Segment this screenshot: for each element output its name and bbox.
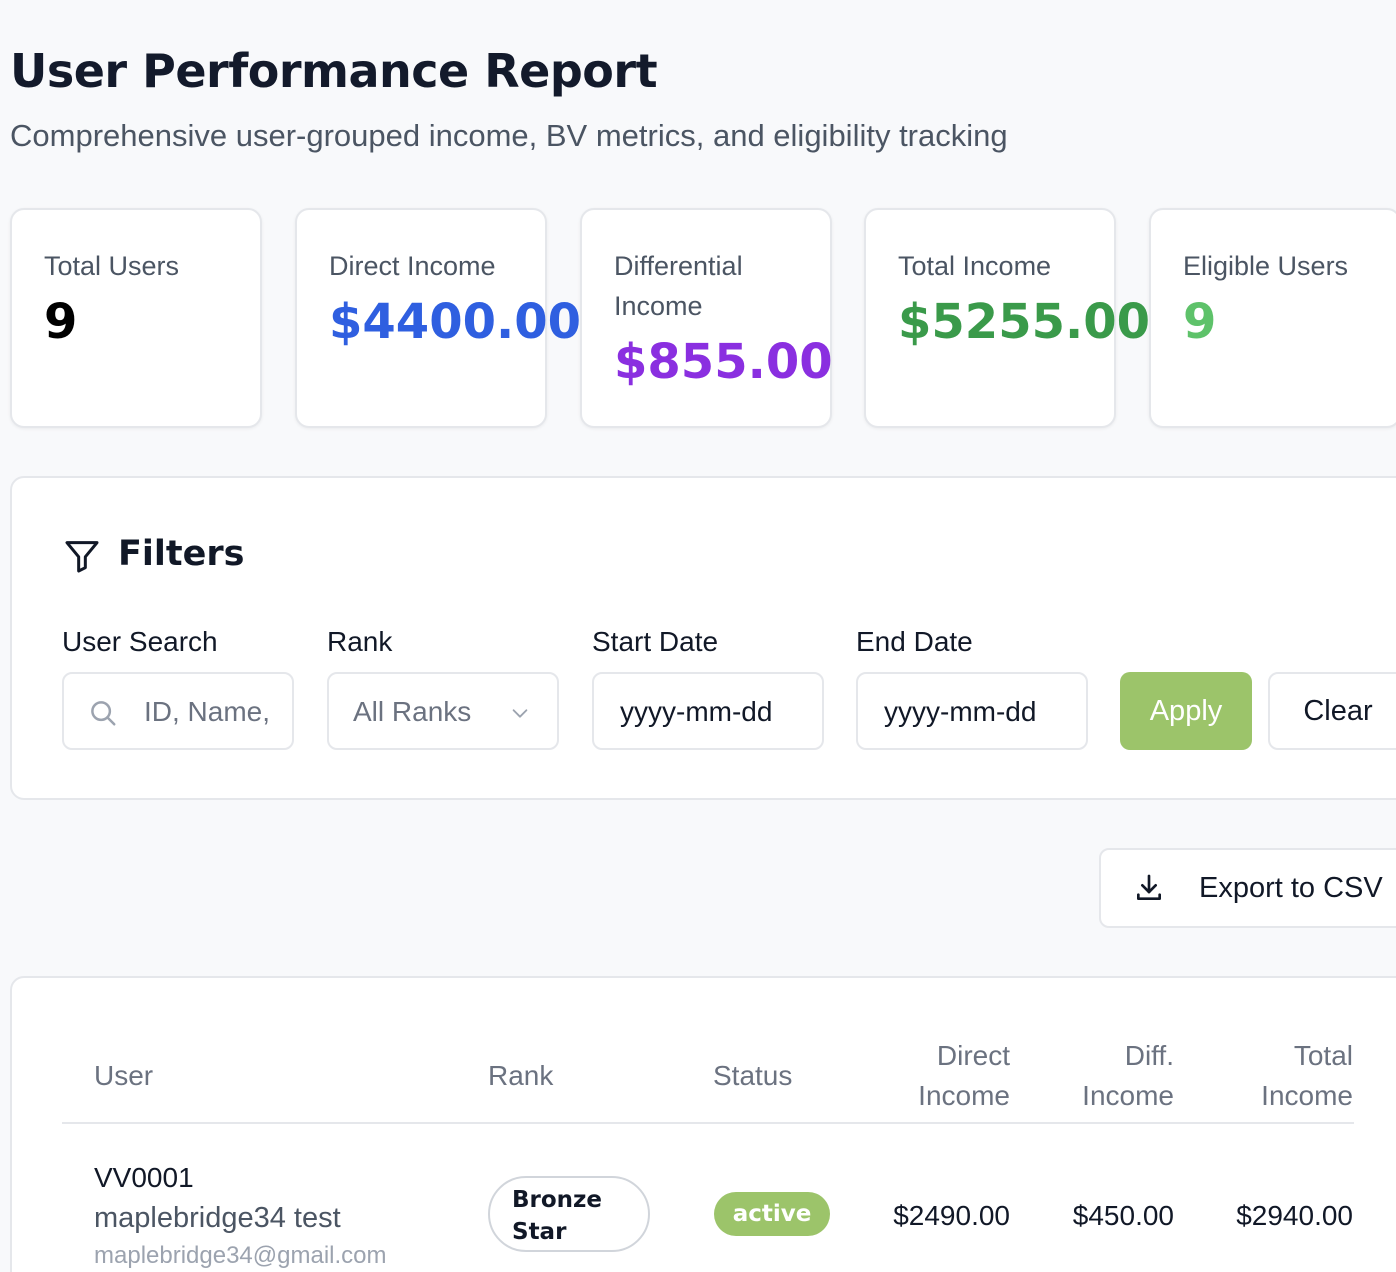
stat-card-direct-income: Direct Income $4400.00: [295, 208, 581, 428]
rank-select-value: All Ranks: [353, 696, 472, 727]
stat-card-total-income: Total Income $5255.00: [864, 208, 1150, 428]
start-date-value: yyyy-mm-dd: [620, 696, 773, 727]
user-id: VV0001: [94, 1162, 194, 1193]
page-subtitle: Comprehensive user-grouped income, BV me…: [10, 118, 1008, 153]
diff-income-cell: $450.00: [1072, 1200, 1174, 1231]
end-date-value: yyyy-mm-dd: [884, 696, 1037, 727]
stat-value: $855.00: [614, 334, 833, 390]
stat-value: 9: [1183, 294, 1217, 350]
rank-badge: Bronze Star: [488, 1176, 650, 1252]
chevron-down-icon: [512, 709, 528, 718]
column-header-rank: Rank: [488, 1060, 554, 1091]
column-header-direct-line2: Income: [918, 1080, 1010, 1111]
end-date-input[interactable]: yyyy-mm-dd: [856, 672, 1088, 750]
rank-badge-line1: Bronze: [512, 1187, 603, 1213]
filter-icon: [65, 541, 99, 573]
stat-card-total-users: Total Users 9: [10, 208, 262, 428]
column-header-diff-line2: Income: [1082, 1080, 1174, 1111]
export-csv-button[interactable]: Export to CSV: [1099, 848, 1396, 928]
stat-label: Differential Income: [614, 251, 743, 321]
stat-label: Direct Income: [329, 251, 496, 281]
user-search-placeholder: ID, Name,: [144, 696, 271, 727]
column-header-total-line2: Income: [1261, 1080, 1353, 1111]
export-csv-label: Export to CSV: [1199, 872, 1383, 904]
user-name: maplebridge34 test: [94, 1202, 341, 1234]
stat-label: Total Users: [44, 251, 180, 281]
start-date-label: Start Date: [592, 626, 719, 657]
stat-value: $5255.00: [898, 294, 1151, 350]
column-header-total-income: Total Income: [1202, 1036, 1353, 1116]
stat-value: $4400.00: [329, 294, 582, 350]
rank-select[interactable]: All Ranks: [327, 672, 559, 750]
filters-title: Filters: [118, 534, 245, 574]
user-search-input[interactable]: ID, Name,: [62, 672, 294, 750]
status-badge: active: [714, 1192, 830, 1236]
search-icon: [91, 701, 116, 726]
rank-label: Rank: [327, 626, 393, 657]
user-performance-table: User Rank Status Direct Income Diff. Inc…: [10, 976, 1396, 1272]
column-header-status: Status: [713, 1060, 793, 1091]
stat-label: Total Income: [898, 251, 1052, 281]
direct-income-cell: $2490.00: [893, 1200, 1010, 1231]
column-header-diff-income: Diff. Income: [1032, 1036, 1174, 1116]
filters-panel: Filters User Search ID, Name, Rank All R…: [10, 476, 1396, 800]
end-date-label: End Date: [856, 626, 973, 657]
download-icon: [1137, 874, 1161, 900]
column-header-direct-line1: Direct: [936, 1040, 1010, 1071]
column-header-direct-income: Direct Income: [862, 1036, 1010, 1116]
column-header-user: User: [94, 1060, 154, 1091]
rank-badge-line2: Star: [512, 1219, 567, 1245]
stat-label: Eligible Users: [1183, 251, 1349, 281]
column-header-total-line1: Total: [1293, 1040, 1353, 1071]
total-income-cell: $2940.00: [1236, 1200, 1353, 1231]
user-email: maplebridge34@gmail.com: [94, 1242, 387, 1269]
user-search-label: User Search: [62, 626, 218, 657]
clear-button[interactable]: Clear: [1268, 672, 1396, 750]
apply-button[interactable]: Apply: [1120, 672, 1252, 750]
start-date-input[interactable]: yyyy-mm-dd: [592, 672, 824, 750]
stat-value: 9: [44, 294, 78, 350]
column-header-diff-line1: Diff.: [1124, 1040, 1174, 1071]
stat-card-eligible-users: Eligible Users 9: [1149, 208, 1396, 428]
stat-card-differential-income: Differential Income $855.00: [580, 208, 833, 428]
page-title: User Performance Report: [10, 44, 658, 98]
table-header-divider: [62, 1122, 1354, 1124]
